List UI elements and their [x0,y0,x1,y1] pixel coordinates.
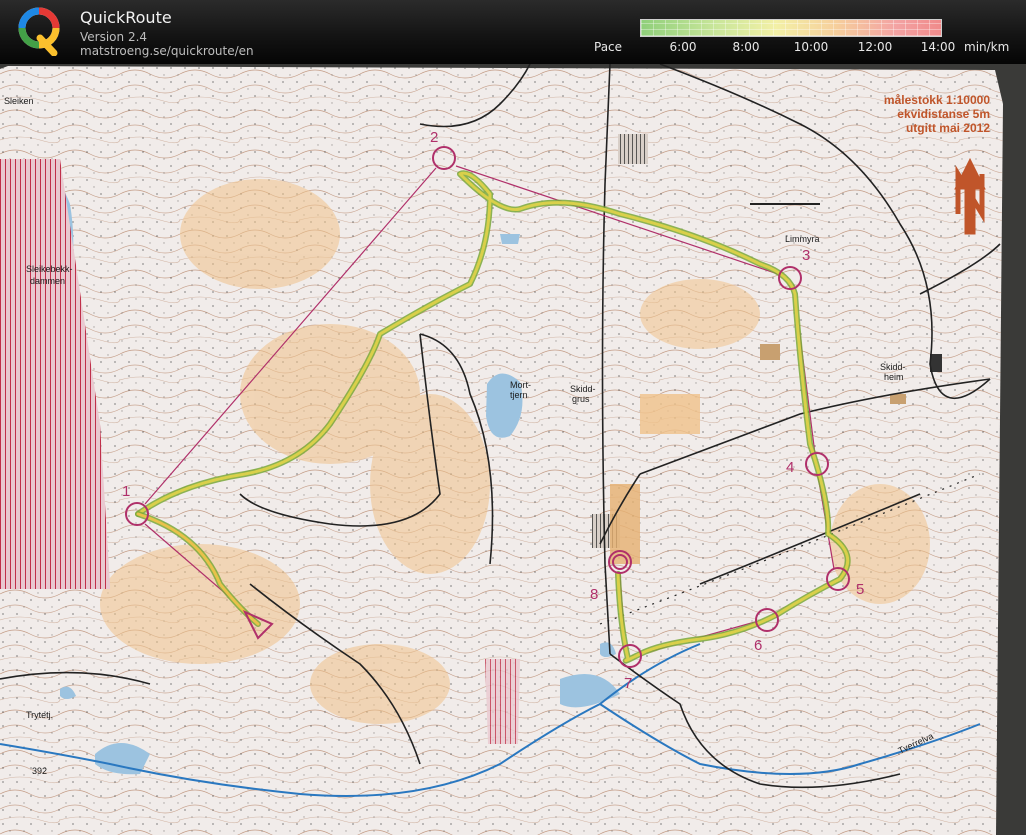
control-8-label: 8 [590,586,598,603]
quickroute-window: QuickRoute Version 2.4 matstroeng.se/qui… [0,0,1026,835]
place-tryteli: Trytetj. [26,710,53,720]
place-limmyra: Limmyra [785,234,820,244]
pace-unit: min/km [964,40,1010,54]
pace-tick-6: 6:00 [669,40,697,54]
orienteering-map[interactable]: målestokk 1:10000 ekvidistanse 5m utgitt… [0,64,1026,835]
place-sleikebekk: Sleikebekk- [26,264,73,274]
app-url-link[interactable]: matstroeng.se/quickroute/en [80,44,254,58]
place-skiddheim-2: heim [884,372,904,382]
app-version: Version 2.4 [80,30,148,44]
pace-color-scale [640,19,942,37]
place-grus-2: grus [572,394,590,404]
place-mort: Mort- [510,380,531,390]
pace-tick-12: 12:00 [857,40,893,54]
control-3-label: 3 [802,247,810,264]
control-1-label: 1 [122,483,130,500]
app-header: QuickRoute Version 2.4 matstroeng.se/qui… [0,0,1026,64]
pace-tick-14: 14:00 [920,40,956,54]
place-tjern: tjern [510,390,528,400]
control-6-label: 6 [754,637,762,654]
place-grus-1: Skidd- [570,384,596,394]
place-sleiken: Sleiken [4,96,34,106]
control-2-label: 2 [430,129,438,146]
legend-contour: ekvidistanse 5m [897,107,990,121]
control-4-label: 4 [786,459,794,476]
pace-tick-8: 8:00 [732,40,760,54]
place-skiddheim-1: Skidd- [880,362,906,372]
map-viewport[interactable]: målestokk 1:10000 ekvidistanse 5m utgitt… [0,64,1026,835]
legend-published: utgitt mai 2012 [906,121,990,135]
place-dammen: dammen [30,276,65,286]
quickroute-logo-icon [18,7,60,56]
legend-scale: målestokk 1:10000 [884,93,990,107]
pace-tick-10: 10:00 [793,40,829,54]
pace-label: Pace [594,40,623,54]
app-title: QuickRoute [80,8,172,27]
out-of-bounds-area-2 [485,659,520,744]
place-height: 392 [32,766,47,776]
control-5-label: 5 [856,581,864,598]
control-7-label: 7 [624,675,632,692]
